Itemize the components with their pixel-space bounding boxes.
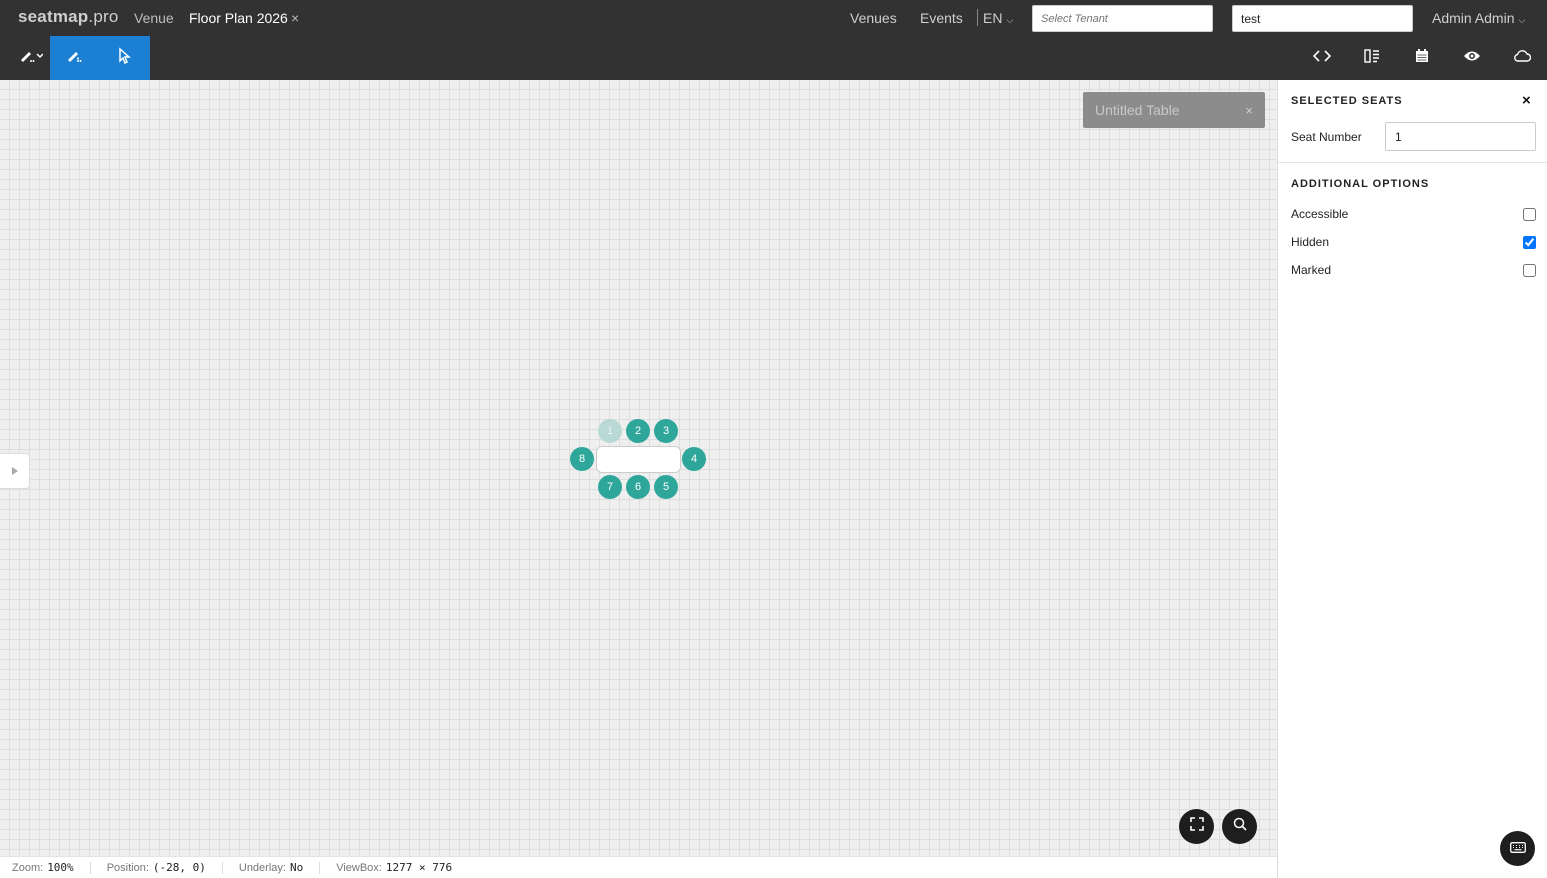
viewbox-value: 1277 × 776: [385, 861, 453, 874]
seat-7[interactable]: 7: [598, 475, 622, 499]
chevron-down-icon: ⌵: [1518, 15, 1526, 25]
language-divider: [977, 9, 978, 26]
cursor-select-icon: [117, 46, 133, 70]
select-tool-button[interactable]: [100, 36, 150, 80]
language-value: EN: [983, 10, 1003, 26]
language-select[interactable]: EN ⌵: [983, 10, 1013, 26]
layout-toggle-button[interactable]: [1360, 46, 1384, 70]
draw-tool-button[interactable]: [50, 36, 100, 80]
breadcrumb-venue[interactable]: Venue: [134, 10, 174, 26]
user-name: Admin Admin: [1432, 10, 1515, 26]
table-name-label: Untitled Table: [1095, 102, 1180, 118]
fullscreen-icon: [1189, 817, 1204, 836]
underlay-status: Underlay: No: [238, 861, 321, 874]
breadcrumb-floor-plan[interactable]: Floor Plan 2026: [189, 10, 288, 26]
accessible-label: Accessible: [1291, 207, 1349, 221]
seat-label: 8: [578, 453, 586, 465]
schedule-button[interactable]: [1410, 46, 1434, 70]
code-view-button[interactable]: [1310, 46, 1334, 70]
seat-label: 1: [606, 425, 614, 437]
hidden-checkbox[interactable]: [1523, 236, 1536, 249]
zoom-value: 100%: [47, 861, 74, 874]
top-navigation-bar: seatmap.pro Venue Floor Plan 2026 × Venu…: [0, 0, 1547, 36]
chevron-down-icon: ⌵: [1006, 15, 1014, 25]
panel-divider: [1278, 162, 1547, 163]
pen-options-dropdown[interactable]: [12, 36, 50, 80]
seat-label: 3: [662, 425, 670, 437]
underlay-label: Underlay:: [238, 861, 286, 874]
seat-5[interactable]: 5: [654, 475, 678, 499]
cloud-icon: [1513, 49, 1532, 67]
table-shape[interactable]: [596, 446, 681, 473]
position-status: Position: (-28, 0): [106, 861, 223, 874]
close-plan-icon[interactable]: ×: [291, 10, 299, 26]
eye-icon: [1463, 49, 1481, 67]
additional-options-title: ADDITIONAL OPTIONS: [1291, 178, 1430, 190]
seat-label: 4: [690, 453, 698, 465]
seat-3[interactable]: 3: [654, 419, 678, 443]
status-bar: Zoom: 100% Position: (-28, 0) Underlay: No …: [0, 856, 1277, 878]
seat-label: 2: [634, 425, 642, 437]
table-name-tag[interactable]: Untitled Table ×: [1083, 92, 1265, 128]
fullscreen-button[interactable]: [1179, 809, 1214, 844]
position-value: (-28, 0): [152, 861, 206, 874]
seat-2[interactable]: 2: [626, 419, 650, 443]
user-menu[interactable]: Admin Admin ⌵: [1432, 10, 1525, 26]
seat-label: 6: [634, 481, 642, 493]
zoom-status: Zoom: 100%: [12, 861, 91, 874]
viewbox-status: ViewBox: 1277 × 776: [336, 861, 468, 874]
panel-title: SELECTED SEATS: [1291, 95, 1403, 107]
brand-suffix: .pro: [88, 7, 119, 26]
seat-6[interactable]: 6: [626, 475, 650, 499]
nav-venues-link[interactable]: Venues: [850, 10, 897, 26]
seat-number-input[interactable]: [1385, 122, 1536, 151]
hidden-label: Hidden: [1291, 235, 1330, 249]
seat-label: 7: [606, 481, 614, 493]
selected-seats-panel: SELECTED SEATS × Seat Number ADDITIONAL …: [1277, 80, 1547, 878]
nav-events-link[interactable]: Events: [920, 10, 963, 26]
accessible-checkbox[interactable]: [1523, 208, 1536, 221]
seat-label: 5: [662, 481, 670, 493]
search-input[interactable]: [1232, 5, 1413, 32]
pen-tool-icon: [66, 48, 84, 69]
marked-checkbox[interactable]: [1523, 264, 1536, 277]
zoom-button[interactable]: [1222, 809, 1257, 844]
list-layout-icon: [1364, 48, 1380, 68]
save-cloud-button[interactable]: [1510, 46, 1534, 70]
seat-1[interactable]: 1: [598, 419, 622, 443]
zoom-label: Zoom:: [12, 861, 44, 874]
marked-label: Marked: [1291, 263, 1332, 277]
calendar-icon: [1415, 48, 1429, 68]
keyboard-shortcuts-button[interactable]: [1500, 831, 1535, 866]
keyboard-icon: [1509, 840, 1526, 858]
position-label: Position:: [106, 861, 149, 874]
code-icon: [1312, 49, 1332, 68]
search-icon: [1233, 817, 1247, 836]
seat-8[interactable]: 8: [570, 447, 594, 471]
close-icon[interactable]: ×: [1245, 103, 1253, 118]
seat-number-label: Seat Number: [1291, 130, 1362, 144]
pen-options-icon: [19, 48, 44, 69]
tenant-select-input[interactable]: [1032, 5, 1213, 32]
seatmap-canvas[interactable]: Untitled Table × 1 2 3 4 5 6 7 8: [0, 80, 1277, 856]
editor-toolbar: [0, 36, 1547, 80]
viewbox-label: ViewBox:: [336, 861, 382, 874]
brand-logo[interactable]: seatmap.pro: [18, 7, 118, 27]
preview-button[interactable]: [1460, 46, 1484, 70]
left-panel-toggle[interactable]: [0, 453, 30, 489]
seat-4[interactable]: 4: [682, 447, 706, 471]
chevron-right-icon: [11, 462, 18, 480]
underlay-value: No: [289, 861, 304, 874]
brand-name: seatmap: [18, 7, 89, 26]
close-panel-icon[interactable]: ×: [1522, 92, 1531, 109]
